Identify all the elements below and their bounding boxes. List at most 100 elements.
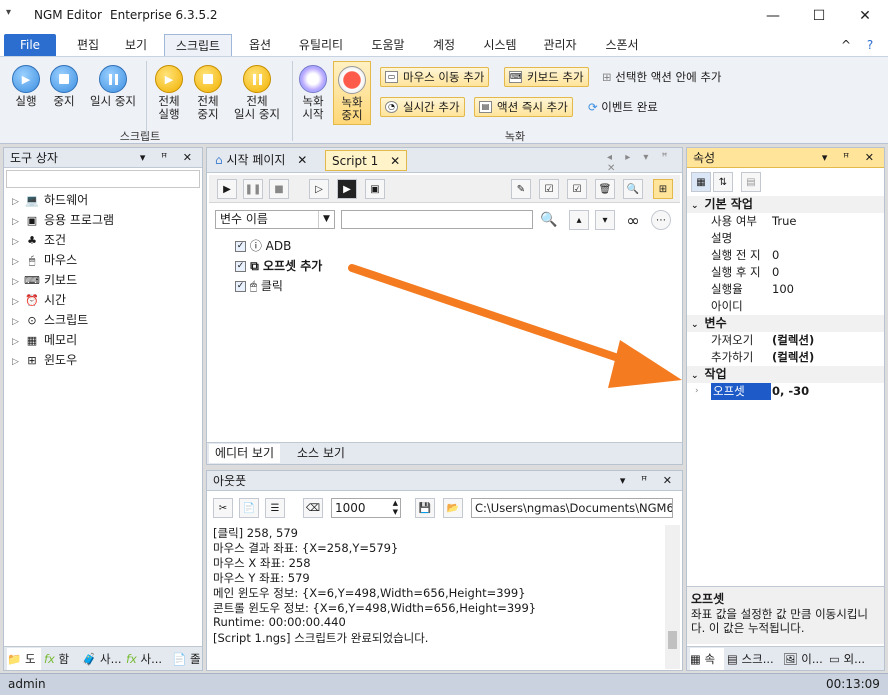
step-into-icon[interactable]: ▣ — [365, 179, 385, 199]
list-icon[interactable]: ☰ — [265, 498, 285, 518]
panel-controls-icon[interactable]: ▾ ꟸ ✕ — [620, 471, 678, 491]
line-count-input[interactable]: 1000 ▲ ▼ — [331, 498, 401, 518]
tab-toolbox[interactable]: 📁 도 — [7, 648, 41, 670]
property-category[interactable]: ⌄ 변수 — [687, 315, 884, 332]
variable-search-input[interactable] — [341, 210, 533, 229]
stop-icon[interactable]: ■ — [269, 179, 289, 199]
tab-account[interactable]: 계정 — [422, 34, 466, 57]
tab-admin[interactable]: 관리자 — [534, 34, 586, 57]
file-tab[interactable]: File — [4, 34, 56, 57]
tree-item-condition[interactable]: ▷ ♣ 조건 — [12, 231, 66, 249]
log-icon[interactable]: 📄 — [239, 498, 259, 518]
play-icon[interactable]: ▶ — [217, 179, 237, 199]
toolbox-search-input[interactable] — [6, 170, 200, 188]
maximize-button[interactable]: ☐ — [796, 0, 842, 32]
property-row[interactable]: 가져오기 (컬렉션) — [687, 332, 884, 349]
tab-script-1[interactable]: Script 1 ✕ — [325, 150, 408, 171]
property-row[interactable]: 설명 — [687, 230, 884, 247]
stop-button[interactable]: 중지 — [46, 65, 82, 108]
tab-images[interactable]: 🖼 이... — [783, 648, 825, 670]
tree-item-mouse[interactable]: ▷ 🖱 마우스 — [12, 251, 77, 269]
property-category[interactable]: ⌄ 작업 — [687, 366, 884, 383]
tab-favorites[interactable]: 📄 졸 — [172, 648, 202, 670]
panel-controls-icon[interactable]: ▾ ꟸ ✕ — [822, 148, 880, 168]
move-down-icon[interactable]: ▾ — [595, 210, 615, 230]
run-button[interactable]: ▶ 실행 — [8, 65, 44, 108]
stop-all-button[interactable]: 전체 중지 — [190, 65, 226, 121]
pause-icon[interactable]: ❚❚ — [243, 179, 263, 199]
script-line-adb[interactable]: ✓ ⓘ ADB — [235, 236, 291, 256]
tab-properties[interactable]: ▦ 속 — [690, 648, 724, 670]
property-category[interactable]: ⌄ 기본 작업 — [687, 196, 884, 213]
variable-select[interactable]: 변수 이름 ▼ — [215, 210, 335, 229]
property-row[interactable]: 실행 후 지0 — [687, 264, 884, 281]
output-scrollbar[interactable] — [665, 525, 680, 669]
sort-az-icon[interactable]: ⇅ — [713, 172, 733, 192]
collapse-ribbon-icon[interactable]: ^ — [836, 34, 856, 57]
panel-controls-icon[interactable]: ▾ ꟸ ✕ — [140, 148, 198, 168]
tree-item-window[interactable]: ▷ ⊞ 윈도우 — [12, 351, 77, 369]
property-row[interactable]: 아이디 — [687, 298, 884, 315]
tab-external-api[interactable]: ▭ 외... — [829, 648, 883, 670]
tab-edit[interactable]: 편집 — [66, 34, 110, 57]
checkbox-icon[interactable]: ✓ — [235, 281, 246, 292]
delete-icon[interactable]: 🗑 — [595, 179, 615, 199]
more-icon[interactable]: ⋯ — [651, 210, 671, 230]
check-all-icon[interactable]: ☑ — [539, 179, 559, 199]
add-mouse-move-button[interactable]: ▭ 마우스 이동 추가 — [380, 67, 490, 87]
property-row[interactable]: 실행율 100 — [687, 281, 884, 298]
tab-script[interactable]: 스크립트 — [164, 34, 232, 57]
close-button[interactable]: ✕ — [842, 0, 888, 32]
tab-help[interactable]: 도움말 — [362, 34, 414, 57]
tab-options[interactable]: 옵션 — [238, 34, 282, 57]
tab-sponsor[interactable]: 스폰서 — [596, 34, 648, 57]
tab-utility[interactable]: 유틸리티 — [290, 34, 352, 57]
property-pages-icon[interactable]: ▤ — [741, 172, 761, 192]
tree-item-keyboard[interactable]: ▷ ⌨ 키보드 — [12, 271, 77, 289]
quick-access-icon[interactable]: ▾ — [6, 7, 11, 18]
tab-nav-icon[interactable]: ◂ ▸ ▾ ꟸ ✕ — [607, 152, 682, 174]
tab-dictionary[interactable]: 🧳 사... — [82, 648, 124, 670]
add-in-action-button[interactable]: ⊞ 선택한 액션 안에 추가 — [602, 69, 721, 85]
tab-script-list[interactable]: ▤ 스크... — [727, 648, 779, 670]
add-action-now-button[interactable]: ▤ 액션 즉시 추가 — [474, 97, 573, 117]
save-icon[interactable]: 💾 — [415, 498, 435, 518]
eraser-icon[interactable]: ⌫ — [303, 498, 323, 518]
tree-item-hardware[interactable]: ▷ 💻 하드웨어 — [12, 191, 88, 209]
search-icon[interactable]: 🔍 — [623, 179, 643, 199]
record-stop-button[interactable]: 녹화 중지 — [333, 61, 371, 125]
spinner-icon[interactable]: ▲ ▼ — [393, 499, 398, 517]
edit-icon[interactable]: ✎ — [511, 179, 531, 199]
tree-item-memory[interactable]: ▷ ▦ 메모리 — [12, 331, 77, 349]
tab-start-page[interactable]: ⌂ 시작 페이지 ✕ — [209, 150, 313, 171]
script-line-offset[interactable]: ✓ ⧉ 오프셋 추가 — [235, 256, 322, 276]
help-icon[interactable]: ? — [860, 34, 880, 57]
clean-icon[interactable]: ✂ — [213, 498, 233, 518]
add-realtime-button[interactable]: ◔ 실시간 추가 — [380, 97, 465, 117]
minimize-button[interactable]: — — [750, 0, 796, 32]
tab-editor-view[interactable]: 에디터 보기 — [209, 444, 281, 463]
tab-functions[interactable]: fx 함 — [44, 648, 78, 670]
add-keyboard-button[interactable]: ⌨ 키보드 추가 — [504, 67, 589, 87]
tab-user-functions[interactable]: fx 사... — [126, 648, 168, 670]
tree-item-script[interactable]: ▷ ⊙ 스크립트 — [12, 311, 88, 329]
step-icon[interactable]: ▷ — [309, 179, 329, 199]
checkbox-icon[interactable]: ✓ — [235, 261, 246, 272]
property-row[interactable]: 추가하기 (컬렉션) — [687, 349, 884, 366]
check-icon[interactable]: ☑ — [567, 179, 587, 199]
script-line-click[interactable]: ✓ 🖱 클릭 — [235, 276, 283, 296]
tab-source-view[interactable]: 소스 보기 — [291, 444, 351, 463]
pause-all-button[interactable]: 전체 일시 중지 — [228, 65, 286, 121]
loop-icon[interactable]: ∞ — [623, 210, 643, 230]
property-row[interactable]: 실행 전 지0 — [687, 247, 884, 264]
folder-icon[interactable]: 📂 — [443, 498, 463, 518]
search-icon[interactable]: 🔍 — [539, 210, 559, 230]
property-row[interactable]: 사용 여부 True — [687, 213, 884, 230]
tree-item-time[interactable]: ▷ ⏰ 시간 — [12, 291, 66, 309]
tree-item-application[interactable]: ▷ ▣ 응용 프로그램 — [12, 211, 114, 229]
tree-view-icon[interactable]: ⊞ — [653, 179, 673, 199]
checkbox-icon[interactable]: ✓ — [235, 241, 246, 252]
run-all-button[interactable]: ▶ 전체 실행 — [150, 65, 188, 121]
step-over-icon[interactable]: ▶ — [337, 179, 357, 199]
categorized-icon[interactable]: ▦ — [691, 172, 711, 192]
